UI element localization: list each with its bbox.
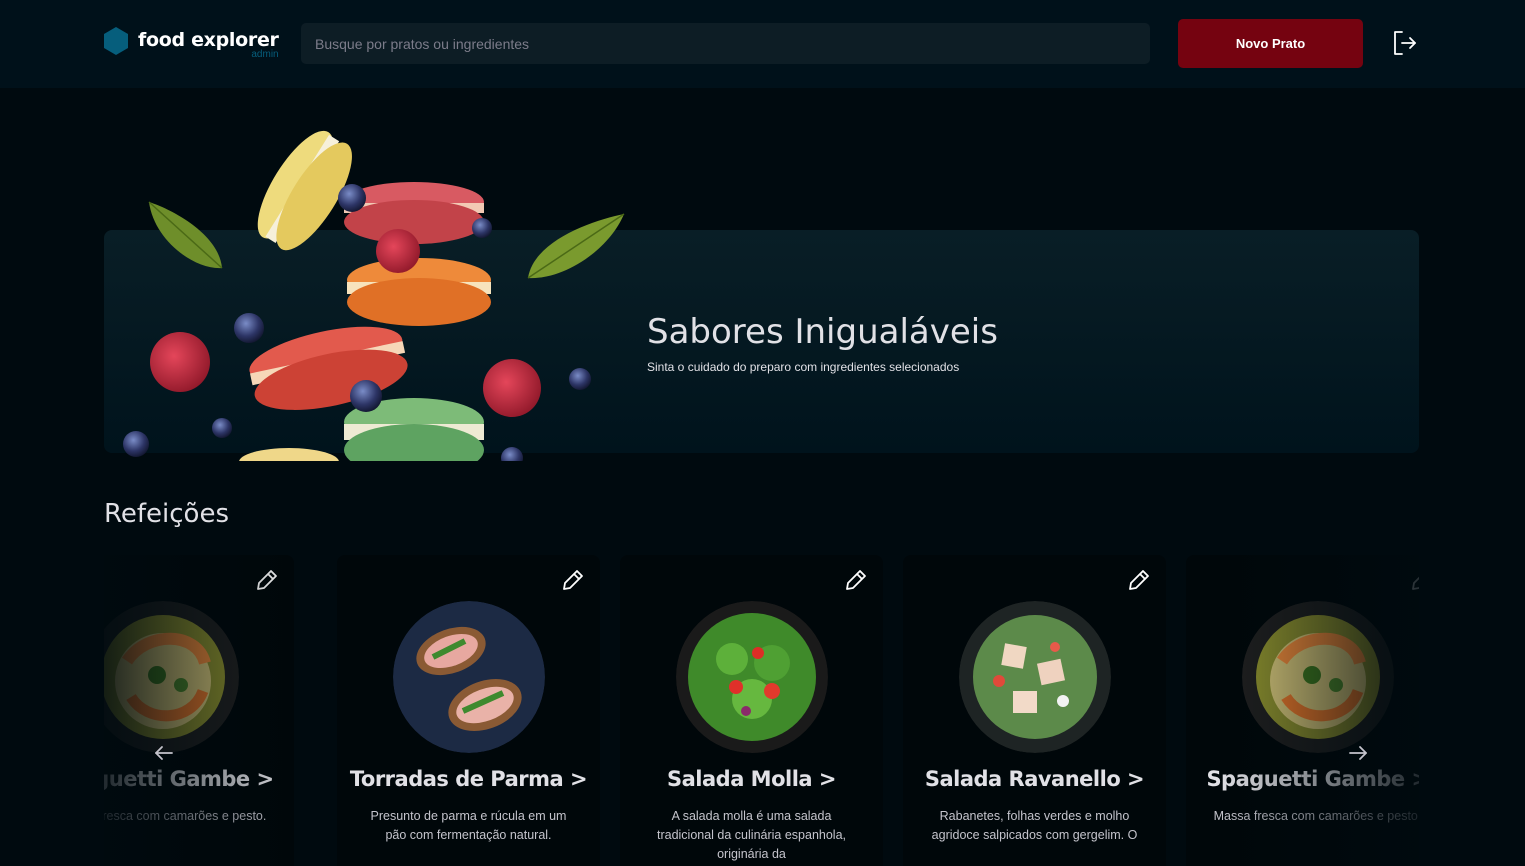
meals-carousel: Spaguetti Gambe > Massa fresca com camar… (104, 555, 1419, 866)
pencil-edit-icon[interactable] (1409, 567, 1419, 593)
dish-card[interactable]: Salada Ravanello > Rabanetes, folhas ver… (903, 555, 1166, 866)
dish-card[interactable]: Spaguetti Gambe > Massa fresca com camar… (104, 555, 294, 866)
dish-name[interactable]: Salada Ravanello > (903, 767, 1166, 791)
dish-card[interactable]: Salada Molla > A salada molla é uma sala… (620, 555, 883, 866)
dish-description: A salada molla é uma salada tradicional … (656, 809, 846, 861)
dish-card[interactable]: Spaguetti Gambe > Massa fresca com camar… (1186, 555, 1419, 866)
hexagon-logo-icon (104, 27, 128, 55)
pencil-edit-icon[interactable] (560, 567, 586, 593)
dish-card[interactable]: Torradas de Parma > Presunto de parma e … (337, 555, 600, 866)
header: food explorer admin Novo Prato (0, 0, 1525, 88)
dish-image-spaghetti[interactable] (1241, 601, 1394, 753)
dish-name[interactable]: Spaguetti Gambe > (1186, 767, 1419, 791)
dish-description: Massa fresca com camarões e pesto. (104, 809, 267, 823)
logo[interactable]: food explorer admin (104, 27, 279, 63)
banner-title: Sabores Inigualáveis (647, 312, 998, 352)
dish-name[interactable]: Salada Molla > (620, 767, 883, 791)
dish-image-salada-ravanello[interactable] (958, 601, 1111, 753)
dish-description: Rabanetes, folhas verdes e molho agridoc… (931, 809, 1138, 842)
dish-description: Presunto de parma e rúcula em um pão com… (370, 809, 567, 842)
pencil-edit-icon[interactable] (843, 567, 869, 593)
admin-badge: admin (251, 49, 279, 60)
sign-out-icon[interactable] (1392, 30, 1418, 56)
banner-subtitle: Sinta o cuidado do preparo com ingredien… (647, 360, 960, 374)
dish-image-spaghetti[interactable] (104, 601, 239, 753)
new-dish-button[interactable]: Novo Prato (1178, 19, 1363, 68)
search-input[interactable] (301, 23, 1150, 64)
dish-description: Massa fresca com camarões e pesto. (1213, 809, 1419, 823)
dish-name[interactable]: Torradas de Parma > (337, 767, 600, 791)
pencil-edit-icon[interactable] (1126, 567, 1152, 593)
dish-name[interactable]: Spaguetti Gambe > (104, 767, 294, 791)
pencil-edit-icon[interactable] (254, 567, 280, 593)
search-bar[interactable] (301, 23, 1150, 64)
dish-image-parma-toast[interactable] (392, 601, 545, 753)
dish-image-salada-molla[interactable] (675, 601, 828, 753)
section-title-meals: Refeições (104, 499, 230, 529)
arrow-left-icon[interactable] (152, 741, 176, 765)
macarons-illustration (123, 130, 625, 461)
arrow-right-icon[interactable] (1346, 741, 1370, 765)
logo-text: food explorer admin (138, 27, 279, 60)
